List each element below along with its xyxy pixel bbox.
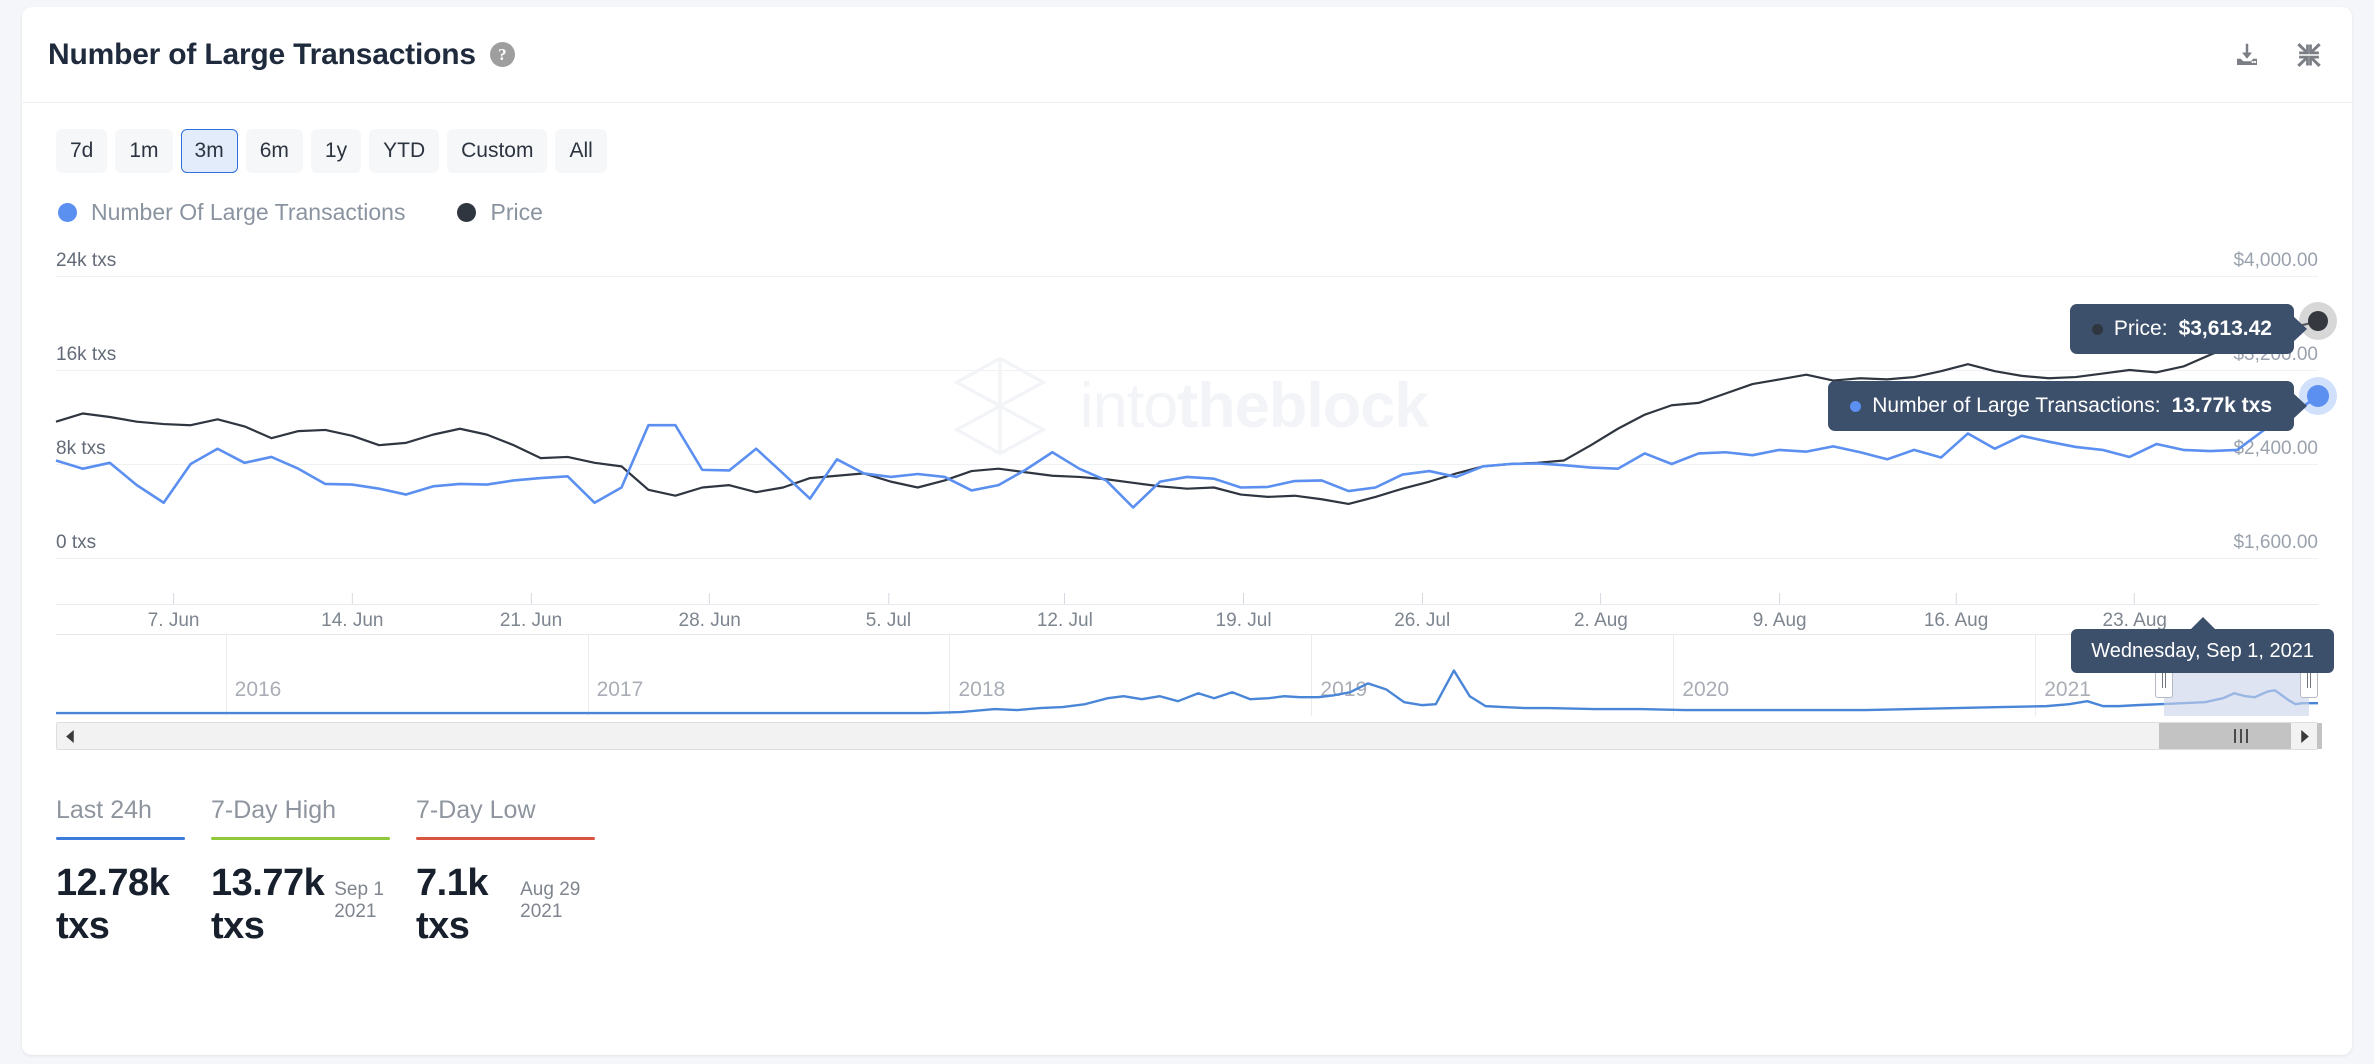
stat-label: Last 24h: [56, 796, 152, 824]
range-selector: 7d 1m 3m 6m 1y YTD Custom All: [22, 103, 2352, 173]
download-icon[interactable]: [2232, 40, 2262, 70]
stat-label: 7-Day Low: [416, 796, 536, 824]
transactions-tooltip-dot: [1850, 400, 1862, 412]
range-button-all[interactable]: All: [555, 129, 607, 173]
stat-date: Aug 29 2021: [520, 879, 581, 922]
stat-value: 13.77k txs: [211, 862, 325, 947]
range-button-7d[interactable]: 7d: [56, 129, 108, 173]
chart-navigator[interactable]: 2016 2017 2018 2019 2020 2021: [56, 634, 2318, 716]
legend-dot-price: [457, 203, 477, 222]
x-axis-tick-label: 14. Jun: [321, 593, 383, 632]
stat-7-day-low: 7-Day Low 7.1k txs Aug 29 2021: [416, 796, 621, 948]
stat-label: 7-Day High: [211, 796, 337, 824]
x-axis-tick-label: 16. Aug: [1924, 593, 1988, 632]
navigator-series-svg: [56, 635, 2318, 716]
chart-legend: Number Of Large Transactions Price: [22, 173, 2352, 226]
legend-dot-transactions: [58, 203, 77, 222]
range-button-custom[interactable]: Custom: [447, 129, 548, 173]
range-button-3m[interactable]: 3m: [180, 129, 238, 173]
collapse-icon[interactable]: [2294, 40, 2324, 70]
price-tooltip-label: Price:: [2113, 317, 2168, 340]
x-axis-tick-label: 23. Aug: [2103, 593, 2167, 632]
x-axis-tick-label: 26. Jul: [1394, 593, 1450, 632]
price-tooltip: Price: $3,613.42: [2069, 304, 2294, 354]
x-axis-tick-label: 12. Jul: [1037, 593, 1093, 632]
legend-label-transactions: Number Of Large Transactions: [91, 199, 406, 225]
stat-value-row: 12.78k txs: [56, 862, 185, 948]
navigator-scrollbar[interactable]: [56, 722, 2322, 750]
range-button-1y[interactable]: 1y: [310, 129, 362, 173]
price-tooltip-dot: [2091, 323, 2103, 335]
date-tooltip: Wednesday, Sep 1, 2021: [2071, 629, 2334, 673]
date-tooltip-label: Wednesday, Sep 1, 2021: [2091, 639, 2314, 662]
stat-date: Sep 1 2021: [334, 879, 384, 922]
range-button-1m[interactable]: 1m: [115, 129, 173, 173]
range-button-6m[interactable]: 6m: [245, 129, 303, 173]
price-tooltip-value: $3,613.42: [2178, 317, 2272, 340]
page-title: Number of Large Transactions: [48, 37, 476, 71]
stat-value-row: 13.77k txs Sep 1 2021: [211, 862, 390, 948]
stat-7-day-high: 7-Day High 13.77k txs Sep 1 2021: [211, 796, 416, 948]
chart-area: intotheblock 0 txs 8k txs 16k txs 24k tx…: [22, 244, 2352, 673]
transactions-tooltip: Number of Large Transactions: 13.77k txs: [1828, 381, 2294, 431]
legend-label-price: Price: [490, 199, 543, 225]
chart-card: Number of Large Transactions ? 7d 1m 3m …: [22, 7, 2352, 1055]
navigator-line: [56, 671, 2318, 713]
triangle-left-icon[interactable]: [57, 723, 83, 749]
x-axis-tick-label: 2. Aug: [1574, 593, 1628, 632]
summary-stats: Last 24h 12.78k txs 7-Day High 13.77k tx…: [22, 750, 2352, 948]
card-header: Number of Large Transactions ?: [22, 7, 2352, 103]
legend-item-price[interactable]: Price: [457, 199, 543, 226]
stat-value-row: 7.1k txs Aug 29 2021: [416, 862, 595, 948]
scrollbar-track[interactable]: [83, 723, 2291, 749]
x-axis-tick-label: 7. Jun: [148, 593, 199, 632]
x-axis-tick-label: 28. Jun: [679, 593, 741, 632]
header-actions: [2232, 40, 2324, 70]
legend-item-transactions[interactable]: Number Of Large Transactions: [58, 199, 405, 226]
stat-value: 12.78k txs: [56, 862, 170, 947]
transactions-tooltip-label: Number of Large Transactions:: [1872, 394, 2161, 417]
x-axis-tick-label: 21. Jun: [500, 593, 562, 632]
triangle-right-icon[interactable]: [2291, 723, 2317, 749]
x-axis-tick-label: 9. Aug: [1753, 593, 1807, 632]
x-axis-tick-label: 5. Jul: [866, 593, 911, 632]
question-mark-icon[interactable]: ?: [489, 42, 515, 67]
stat-rule: [56, 837, 185, 840]
stat-value: 7.1k txs: [416, 862, 488, 947]
stat-rule: [416, 837, 595, 840]
stat-last-24h: Last 24h 12.78k txs: [56, 796, 211, 948]
transactions-tooltip-value: 13.77k txs: [2171, 394, 2272, 417]
title-group: Number of Large Transactions ?: [22, 38, 515, 72]
stat-rule: [211, 837, 390, 840]
navigator-inner: 2016 2017 2018 2019 2020 2021: [56, 635, 2318, 716]
range-button-ytd[interactable]: YTD: [369, 129, 440, 173]
x-axis-tick-label: 19. Jul: [1216, 593, 1272, 632]
